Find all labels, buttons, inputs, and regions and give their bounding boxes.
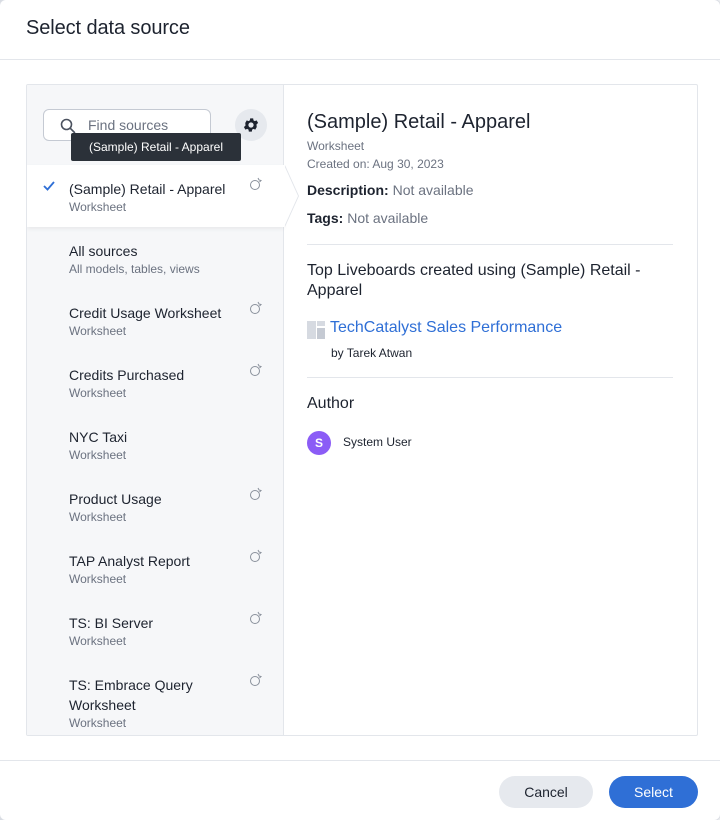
verified-badge-icon	[250, 487, 262, 500]
source-item-name: All sources	[69, 243, 138, 259]
source-item-type: Worksheet	[69, 324, 127, 338]
liveboards-heading: Top Liveboards created using (Sample) Re…	[307, 262, 641, 299]
dialog-content: (Sample) Retail - Apparel (Sample) Retai…	[26, 84, 698, 736]
source-item-type: Worksheet	[69, 716, 127, 730]
dialog-header: Select data source	[0, 0, 720, 60]
details-title: (Sample) Retail - Apparel	[307, 111, 531, 133]
verified-badge-icon	[250, 363, 262, 376]
verified-badge-icon	[250, 177, 262, 190]
author-heading: Author	[307, 395, 355, 412]
source-item-type: Worksheet	[69, 200, 127, 214]
source-item-type: Worksheet	[69, 634, 127, 648]
source-item-name: TAP Analyst Report	[69, 553, 190, 569]
search-icon	[60, 118, 76, 134]
description-label: Description:	[307, 182, 389, 198]
source-item-credits-purchased[interactable]: Credits Purchased Worksheet	[27, 351, 284, 413]
source-item-type: All models, tables, views	[69, 262, 200, 276]
details-created-date: Created on: Aug 30, 2023	[307, 157, 444, 171]
source-item-type: Worksheet	[69, 510, 127, 524]
source-details-panel: (Sample) Retail - Apparel Worksheet Crea…	[307, 85, 673, 735]
source-item-all-sources[interactable]: All sources All models, tables, views	[27, 227, 284, 289]
source-tooltip: (Sample) Retail - Apparel	[71, 133, 241, 161]
source-item-name: Credit Usage Worksheet	[69, 305, 222, 321]
gear-icon	[243, 118, 259, 132]
details-description: Description: Not available	[307, 182, 474, 198]
source-item-credit-usage-worksheet[interactable]: Credit Usage Worksheet Worksheet	[27, 289, 284, 351]
check-icon	[43, 181, 55, 191]
source-item-tap-analyst-report[interactable]: TAP Analyst Report Worksheet	[27, 537, 284, 599]
source-item-type: Worksheet	[69, 386, 127, 400]
source-item-name: Product Usage	[69, 491, 162, 507]
source-item-type: Worksheet	[69, 448, 127, 462]
tags-value: Not available	[347, 210, 429, 226]
dialog-title: Select data source	[26, 17, 190, 39]
select-button[interactable]: Select	[609, 776, 698, 808]
source-item-type: Worksheet	[69, 572, 127, 586]
liveboard-link[interactable]: TechCatalyst Sales Performance	[330, 319, 562, 337]
liveboard-author: by Tarek Atwan	[331, 346, 413, 360]
tags-label: Tags:	[307, 210, 344, 226]
divider	[307, 244, 673, 245]
source-list: (Sample) Retail - Apparel Worksheet All …	[27, 165, 299, 735]
description-value: Not available	[392, 182, 474, 198]
selection-pointer	[284, 165, 298, 227]
sources-sidebar: (Sample) Retail - Apparel (Sample) Retai…	[27, 85, 299, 735]
select-data-source-dialog: Select data source (Sample) Retail - App…	[0, 0, 720, 820]
cancel-button[interactable]: Cancel	[499, 776, 593, 808]
source-item-sample-retail-apparel[interactable]: (Sample) Retail - Apparel Worksheet	[27, 165, 299, 227]
source-item-name: Credits Purchased	[69, 367, 185, 383]
details-type: Worksheet	[307, 139, 365, 153]
verified-badge-icon	[250, 611, 262, 624]
source-item-name: NYC Taxi	[69, 429, 128, 445]
source-item-nyc-taxi[interactable]: NYC Taxi Worksheet	[27, 413, 284, 475]
author-name: System User	[343, 435, 412, 449]
divider	[307, 377, 673, 378]
liveboard-icon	[307, 321, 325, 339]
dialog-footer: Cancel Select	[0, 760, 720, 820]
verified-badge-icon	[250, 673, 262, 686]
source-item-name: TS: BI Server	[69, 615, 154, 631]
source-item-name: (Sample) Retail - Apparel	[69, 181, 226, 197]
source-item-ts-embrace-query-worksheet[interactable]: TS: Embrace Query Worksheet Worksheet	[27, 661, 284, 735]
details-tags: Tags: Not available	[307, 210, 428, 226]
source-item-ts-bi-server[interactable]: TS: BI Server Worksheet	[27, 599, 284, 661]
source-item-name: TS: Embrace Query Worksheet	[69, 677, 193, 713]
verified-badge-icon	[250, 549, 262, 562]
source-item-product-usage[interactable]: Product Usage Worksheet	[27, 475, 284, 537]
avatar: S	[307, 431, 331, 455]
verified-badge-icon	[250, 301, 262, 314]
